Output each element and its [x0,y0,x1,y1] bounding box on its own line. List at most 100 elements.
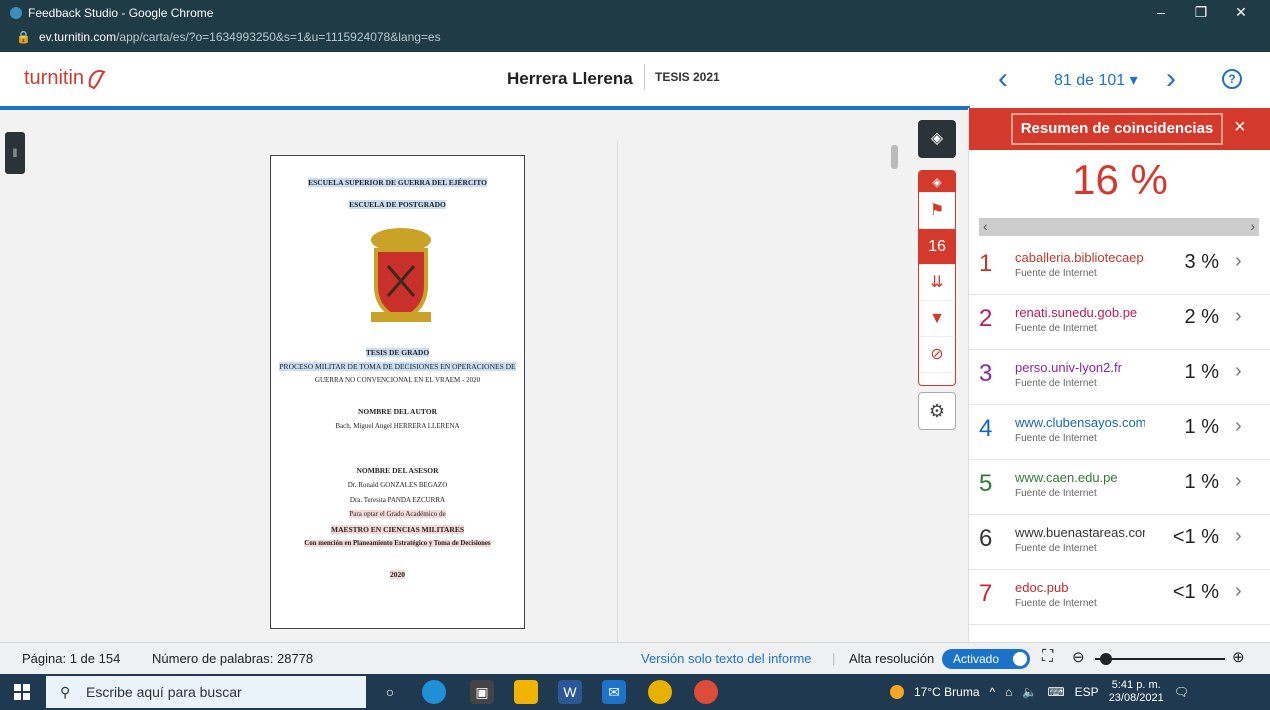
language-indicator[interactable]: ESP [1075,685,1099,699]
panel-horizontal-scrollbar[interactable]: ‹ › [979,218,1259,236]
high-res-toggle[interactable]: Activado [942,649,1030,669]
source-number: 6 [979,525,993,552]
restore-icon[interactable]: ❐ [1186,4,1216,21]
windows-taskbar: ⚲ Escribe aquí para buscar ○ ▣ W ✉ 17°C … [0,674,1270,710]
file-explorer-icon[interactable] [514,680,538,704]
lock-icon: 🔒 [16,30,31,44]
source-row[interactable]: 6 www.buenastareas.com Fuente de Internet <… [969,515,1270,570]
chrome-icon [10,7,22,19]
status-bar: Página: 1 de 154 Número de palabras: 287… [0,642,1270,674]
chevron-up-icon[interactable]: ^ [990,685,996,699]
source-row[interactable]: 3 perso.univ-lyon2.fr Fuente de Internet 1 … [969,350,1270,405]
minimize-icon[interactable]: – [1146,4,1176,20]
source-url[interactable]: www.caen.edu.pe [1015,470,1145,485]
settings-gear-icon[interactable]: ⚙ [918,392,956,430]
viewer-scrollbar[interactable] [891,145,898,169]
weather-text: 17°C Bruma [914,685,980,699]
previous-document-button[interactable]: ‹ [998,62,1008,96]
chrome-taskbar-icon[interactable] [648,680,672,704]
document-tag: TESIS 2021 [644,64,720,90]
scroll-right-icon[interactable]: › [1250,218,1255,234]
source-row[interactable]: 2 renati.sunedu.gob.pe Fuente de Internet 2… [969,295,1270,350]
zoom-in-icon[interactable]: ⊕ [1232,648,1245,666]
doc-line: NOMBRE DEL AUTOR [357,407,438,416]
chevron-right-icon[interactable]: › [1235,250,1242,273]
doc-line: Dr. Ronald GONZALES BEGAZO [347,481,448,489]
chevron-right-icon[interactable]: › [1235,305,1242,328]
source-number: 7 [979,580,993,607]
windows-start-icon[interactable] [14,684,30,700]
source-type: Fuente de Internet [1015,433,1097,444]
exclude-icon[interactable]: ⊘ [919,337,955,373]
help-icon[interactable]: ? [1222,69,1242,89]
chevron-right-icon[interactable]: › [1235,580,1242,603]
match-overview-button[interactable]: 16 [919,229,955,265]
doc-line: ESCUELA SUPERIOR DE GUERRA DEL EJÉRCITO [308,178,487,187]
clock[interactable]: 5:41 p. m. 23/08/2021 [1109,679,1164,705]
flag-icon[interactable]: ⚑ [919,193,955,229]
chevron-right-icon[interactable]: › [1235,470,1242,493]
source-url[interactable]: www.clubensayos.com [1015,415,1145,430]
source-url[interactable]: caballeria.bibliotecaep.... [1015,250,1145,265]
chevron-right-icon[interactable]: › [1235,525,1242,548]
text-only-link[interactable]: Versión solo texto del informe [641,651,812,666]
word-icon[interactable]: W [558,680,582,704]
url-path: /app/carta/es/?o=1634993250&s=1&u=111592… [116,30,441,44]
doc-line: TESIS DE GRADO [365,348,430,357]
zoom-slider-handle[interactable] [1100,653,1112,665]
mail-icon[interactable]: ✉ [602,680,626,704]
edge-icon[interactable] [422,680,446,704]
window-title: Feedback Studio - Google Chrome [10,6,213,20]
sort-icon[interactable]: ⇊ [919,265,955,301]
source-row[interactable]: 1 caballeria.bibliotecaep.... Fuente de In… [969,240,1270,295]
zoom-out-icon[interactable]: ⊖ [1072,648,1085,666]
notification-icon[interactable]: 🗨 [1174,685,1189,699]
chevron-right-icon[interactable]: › [1235,360,1242,383]
status-divider: | [832,651,836,666]
source-percentage: 1 % [1184,416,1219,438]
source-type: Fuente de Internet [1015,323,1097,334]
source-row[interactable]: 5 www.caen.edu.pe Fuente de Internet 1 % › [969,460,1270,515]
source-row[interactable]: 7 edoc.pub Fuente de Internet <1 % › [969,570,1270,625]
document-counter-dropdown[interactable]: 81 de 101 ▾ [1054,70,1138,90]
chevron-right-icon[interactable]: › [1235,415,1242,438]
source-url[interactable]: renati.sunedu.gob.pe [1015,305,1145,320]
keyboard-icon[interactable]: ⌨ [1047,685,1064,699]
doc-line: NOMBRE DEL ASESOR [356,466,439,475]
scroll-left-icon[interactable]: ‹ [983,218,988,234]
task-view-icon[interactable]: ○ [378,680,402,704]
source-percentage: 1 % [1184,471,1219,493]
layers-icon[interactable]: ◈ [918,120,956,158]
doc-line: Para optar el Grado Académico de [349,510,446,518]
system-tray: 17°C Bruma ^ ⌂ 🔈 ⌨ ESP 5:41 p. m. 23/08/… [890,674,1189,710]
doc-line: Bach. Miguel Angel HERRERA LLERENA [335,422,460,430]
similarity-score: 16 % [1072,156,1168,203]
fullscreen-icon[interactable]: ⛶ [1042,648,1053,666]
search-icon: ⚲ [60,684,71,700]
source-row[interactable]: 4 www.clubensayos.com Fuente de Internet 1 … [969,405,1270,460]
zoom-slider[interactable] [1095,658,1225,660]
chrome-profile-icon[interactable] [694,680,718,704]
panel-title: Resumen de coincidencias [1011,113,1223,145]
source-url[interactable]: edoc.pub [1015,580,1145,595]
close-panel-icon[interactable]: × [1234,116,1246,139]
source-number: 1 [979,250,993,277]
crest-emblem-icon [371,228,431,323]
source-percentage: <1 % [1172,526,1219,548]
taskbar-search-input[interactable]: ⚲ Escribe aquí para buscar [46,676,366,708]
address-bar[interactable]: 🔒 ev.turnitin.com/app/carta/es/?o=163499… [16,30,441,44]
volume-icon[interactable]: 🔈 [1022,685,1037,699]
filter-icon[interactable]: ▼ [919,301,955,337]
source-percentage: 2 % [1184,306,1219,328]
similarity-layer-icon[interactable]: ◈ [919,171,955,193]
store-icon[interactable]: ▣ [470,680,494,704]
doc-line: ESCUELA DE POSTGRADO [349,200,446,209]
close-icon[interactable]: ✕ [1226,4,1256,21]
source-url[interactable]: perso.univ-lyon2.fr [1015,360,1145,375]
source-type: Fuente de Internet [1015,598,1097,609]
network-icon[interactable]: ⌂ [1005,685,1012,699]
sidebar-handle[interactable]: ‖ [5,132,25,174]
doc-line: Dra. Teresita PANDA EZCURRA [349,496,446,504]
source-url[interactable]: www.buenastareas.com [1015,525,1145,540]
next-document-button[interactable]: › [1166,62,1176,96]
